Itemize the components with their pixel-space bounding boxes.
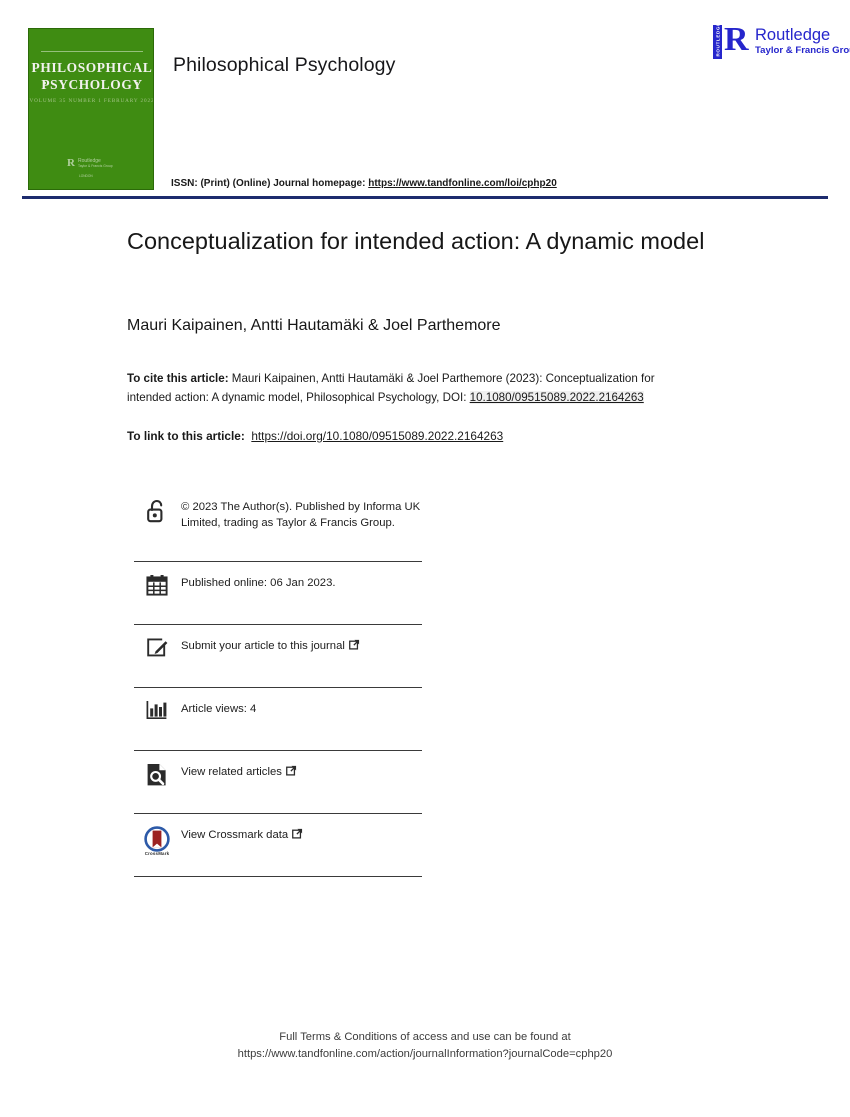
page-header: PHILOSOPHICAL PSYCHOLOGY VOLUME 35 NUMBE… — [0, 0, 850, 200]
crossmark-label: View Crossmark data — [172, 826, 303, 844]
header-divider — [22, 196, 828, 199]
routledge-vertical-text: ROUTLEDGE — [715, 22, 721, 57]
crossmark-icon: CrossMark — [142, 826, 172, 858]
routledge-vertical-band: ROUTLEDGE — [713, 22, 722, 59]
metadata-row-published: Published online: 06 Jan 2023. — [134, 562, 422, 625]
cover-title-line-2: PSYCHOLOGY — [41, 77, 143, 92]
routledge-r-mark-icon: R — [724, 21, 749, 58]
calendar-icon — [142, 574, 172, 596]
metadata-row-views: Article views: 4 — [134, 688, 422, 751]
related-articles-link[interactable]: View related articles — [181, 766, 282, 778]
metadata-row-related[interactable]: View related articles — [134, 751, 422, 814]
cover-logo-tagline: Taylor & Francis Group — [78, 164, 113, 168]
metadata-row-copyright: © 2023 The Author(s). Published by Infor… — [134, 492, 422, 562]
cover-issue-subtitle: VOLUME 35 NUMBER 1 FEBRUARY 2022 — [29, 98, 154, 104]
journal-homepage-link[interactable]: https://www.tandfonline.com/loi/cphp20 — [368, 178, 557, 189]
copyright-text: © 2023 The Author(s). Published by Infor… — [181, 501, 421, 529]
citation-doi-link[interactable]: 10.1080/09515089.2022.2164263 — [469, 390, 644, 404]
external-link-icon — [285, 765, 297, 776]
submit-article-label: Submit your article to this journal — [172, 637, 360, 655]
page-footer: Full Terms & Conditions of access and us… — [0, 1029, 850, 1063]
crossmark-badge-label: CrossMark — [144, 851, 170, 856]
article-doi-url[interactable]: https://doi.org/10.1080/09515089.2022.21… — [251, 429, 503, 443]
citation-label: To cite this article: — [127, 372, 229, 385]
open-access-lock-icon — [142, 498, 172, 524]
article-metadata-list: © 2023 The Author(s). Published by Infor… — [134, 492, 422, 877]
footer-terms-line: Full Terms & Conditions of access and us… — [279, 1031, 571, 1043]
article-views-chart-icon — [142, 700, 172, 720]
related-articles-label: View related articles — [172, 763, 297, 781]
article-link-block: To link to this article: https://doi.org… — [127, 429, 503, 443]
article-authors: Mauri Kaipainen, Antti Hautamäki & Joel … — [127, 317, 501, 334]
routledge-wordmark: Routledge — [755, 26, 831, 44]
article-views-text: Article views: 4 — [181, 703, 257, 715]
submit-pencil-icon — [142, 637, 172, 659]
related-articles-search-icon — [142, 763, 172, 787]
cover-rule — [41, 51, 143, 52]
crossmark-link[interactable]: View Crossmark data — [181, 829, 288, 841]
article-link-label: To link to this article: — [127, 429, 245, 443]
issn-label: ISSN: (Print) (Online) Journal homepage: — [171, 178, 369, 189]
metadata-row-submit[interactable]: Submit your article to this journal — [134, 625, 422, 688]
routledge-logo: ROUTLEDGE R Routledge Taylor & Francis G… — [713, 21, 850, 62]
journal-cover-image: PHILOSOPHICAL PSYCHOLOGY VOLUME 35 NUMBE… — [28, 28, 154, 190]
published-online-text: Published online: 06 Jan 2023. — [181, 577, 336, 589]
cover-logo-caption: LONDON — [79, 174, 93, 178]
footer-terms-url: https://www.tandfonline.com/action/journ… — [237, 1048, 613, 1060]
external-link-icon — [348, 639, 360, 650]
cover-title-line-1: PHILOSOPHICAL — [31, 60, 153, 75]
issn-homepage-line: ISSN: (Print) (Online) Journal homepage:… — [171, 178, 557, 189]
cover-logo-mark: R — [67, 157, 75, 169]
external-link-icon — [292, 828, 303, 839]
journal-title: Philosophical Psychology — [173, 54, 396, 76]
article-title: Conceptualization for intended action: A… — [127, 228, 705, 254]
cover-routledge-logo: R Routledge Taylor & Francis Group LONDO… — [67, 157, 119, 181]
routledge-tagline: Taylor & Francis Group — [755, 45, 850, 56]
submit-article-link[interactable]: Submit your article to this journal — [181, 640, 345, 652]
metadata-row-crossmark[interactable]: CrossMark View Crossmark data — [134, 814, 422, 877]
citation-block: To cite this article: Mauri Kaipainen, A… — [127, 370, 677, 407]
